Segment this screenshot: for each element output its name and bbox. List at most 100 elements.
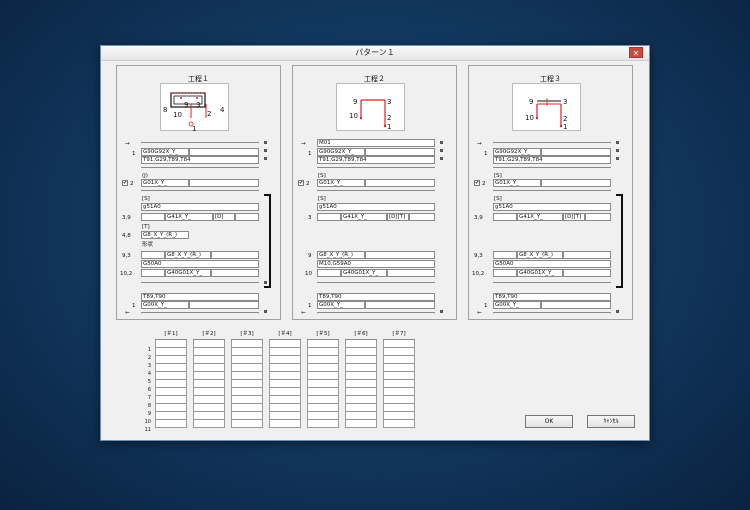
grid-cell[interactable] bbox=[155, 412, 187, 420]
code-field[interactable] bbox=[493, 251, 517, 259]
grid-cell[interactable] bbox=[383, 364, 415, 372]
code-field[interactable] bbox=[563, 251, 611, 259]
grid-cell[interactable] bbox=[307, 348, 339, 356]
grid-cell[interactable] bbox=[307, 396, 339, 404]
code-field[interactable]: G50A0 bbox=[141, 260, 259, 268]
grid-cell[interactable] bbox=[345, 396, 377, 404]
grid-cell[interactable] bbox=[231, 356, 263, 364]
grid-cell[interactable] bbox=[383, 348, 415, 356]
grid-cell[interactable] bbox=[231, 348, 263, 356]
code-field[interactable]: g51A0 bbox=[317, 203, 435, 211]
grid-cell[interactable] bbox=[345, 420, 377, 428]
code-field[interactable] bbox=[541, 148, 611, 156]
grid-cell[interactable] bbox=[269, 372, 301, 380]
grid-cell[interactable] bbox=[269, 404, 301, 412]
code-field[interactable] bbox=[141, 213, 165, 221]
code-field[interactable]: G50A0 bbox=[493, 260, 611, 268]
code-field[interactable]: G90G92X_Y_ bbox=[317, 148, 365, 156]
grid-cell[interactable] bbox=[231, 396, 263, 404]
grid-cell[interactable] bbox=[383, 372, 415, 380]
grid-cell[interactable] bbox=[193, 356, 225, 364]
grid-cell[interactable] bbox=[345, 380, 377, 388]
grid-cell[interactable] bbox=[307, 340, 339, 348]
code-field[interactable]: T89,T90 bbox=[141, 293, 259, 301]
grid-cell[interactable] bbox=[155, 340, 187, 348]
code-field[interactable] bbox=[141, 251, 165, 259]
code-field[interactable] bbox=[585, 213, 611, 221]
grid-cell[interactable] bbox=[193, 412, 225, 420]
grid-cell[interactable] bbox=[155, 364, 187, 372]
code-field[interactable] bbox=[493, 213, 517, 221]
grid-cell[interactable] bbox=[231, 420, 263, 428]
code-field[interactable]: G90G92X_Y_ bbox=[141, 148, 189, 156]
code-field[interactable] bbox=[365, 179, 435, 187]
grid-cell[interactable] bbox=[193, 396, 225, 404]
code-field[interactable]: T91,G29,T89,T84 bbox=[317, 156, 435, 164]
grid-cell[interactable] bbox=[383, 356, 415, 364]
grid-cell[interactable] bbox=[155, 348, 187, 356]
code-field[interactable]: G8_X_Y_(R_) bbox=[141, 231, 189, 239]
code-field[interactable]: G01X_Y_ bbox=[141, 179, 189, 187]
code-field[interactable] bbox=[541, 301, 611, 309]
grid-cell[interactable] bbox=[269, 412, 301, 420]
step-checkbox[interactable]: ✔ bbox=[122, 180, 128, 186]
grid-cell[interactable] bbox=[307, 404, 339, 412]
code-field[interactable] bbox=[189, 301, 259, 309]
code-field[interactable] bbox=[563, 269, 611, 277]
grid-cell[interactable] bbox=[345, 340, 377, 348]
grid-cell[interactable] bbox=[269, 356, 301, 364]
code-field[interactable]: [D][T] bbox=[387, 213, 409, 221]
grid-cell[interactable] bbox=[231, 380, 263, 388]
code-field[interactable]: G00X_Y_ bbox=[317, 301, 365, 309]
code-field[interactable]: G00X_Y_ bbox=[493, 301, 541, 309]
code-field[interactable] bbox=[211, 269, 259, 277]
code-field[interactable]: G40G01X_Y_ bbox=[341, 269, 387, 277]
code-field[interactable] bbox=[541, 179, 611, 187]
grid-cell[interactable] bbox=[345, 404, 377, 412]
code-field[interactable]: G90G92X_Y_ bbox=[493, 148, 541, 156]
grid-cell[interactable] bbox=[345, 412, 377, 420]
grid-cell[interactable] bbox=[193, 388, 225, 396]
grid-cell[interactable] bbox=[307, 364, 339, 372]
code-field[interactable] bbox=[189, 179, 259, 187]
grid-cell[interactable] bbox=[269, 364, 301, 372]
grid-cell[interactable] bbox=[307, 380, 339, 388]
code-field[interactable]: T91,G29,T89,T84 bbox=[141, 156, 259, 164]
code-field[interactable]: T91,G29,T89,T84 bbox=[493, 156, 611, 164]
grid-cell[interactable] bbox=[193, 364, 225, 372]
grid-cell[interactable] bbox=[193, 420, 225, 428]
grid-cell[interactable] bbox=[193, 380, 225, 388]
grid-cell[interactable] bbox=[383, 404, 415, 412]
code-field[interactable] bbox=[365, 251, 435, 259]
grid-cell[interactable] bbox=[307, 412, 339, 420]
grid-cell[interactable] bbox=[269, 380, 301, 388]
code-field[interactable]: G8_X_Y_(R_) bbox=[317, 251, 365, 259]
cancel-button[interactable]: ｷｬﾝｾﾙ bbox=[587, 415, 635, 428]
grid-cell[interactable] bbox=[193, 348, 225, 356]
grid-cell[interactable] bbox=[383, 420, 415, 428]
close-button[interactable]: ✕ bbox=[629, 47, 643, 58]
grid-cell[interactable] bbox=[307, 356, 339, 364]
code-field[interactable]: G40G01X_Y_ bbox=[517, 269, 563, 277]
ok-button[interactable]: OK bbox=[525, 415, 573, 428]
code-field[interactable]: [D] bbox=[213, 213, 235, 221]
code-field[interactable] bbox=[235, 213, 259, 221]
code-field[interactable] bbox=[317, 213, 341, 221]
step-checkbox[interactable]: ✔ bbox=[298, 180, 304, 186]
grid-cell[interactable] bbox=[345, 356, 377, 364]
grid-cell[interactable] bbox=[155, 420, 187, 428]
grid-cell[interactable] bbox=[383, 396, 415, 404]
grid-cell[interactable] bbox=[231, 364, 263, 372]
code-field[interactable]: G01X_Y_ bbox=[317, 179, 365, 187]
grid-cell[interactable] bbox=[383, 388, 415, 396]
grid-cell[interactable] bbox=[155, 380, 187, 388]
code-field[interactable] bbox=[365, 148, 435, 156]
grid-cell[interactable] bbox=[345, 372, 377, 380]
code-field[interactable]: g51A0 bbox=[141, 203, 259, 211]
grid-cell[interactable] bbox=[231, 412, 263, 420]
code-field[interactable]: G8_X_Y_(R_) bbox=[517, 251, 563, 259]
code-field[interactable] bbox=[189, 148, 259, 156]
code-field[interactable]: M10,G59A0 bbox=[317, 260, 435, 268]
code-field[interactable]: T89,T90 bbox=[317, 293, 435, 301]
grid-cell[interactable] bbox=[269, 396, 301, 404]
